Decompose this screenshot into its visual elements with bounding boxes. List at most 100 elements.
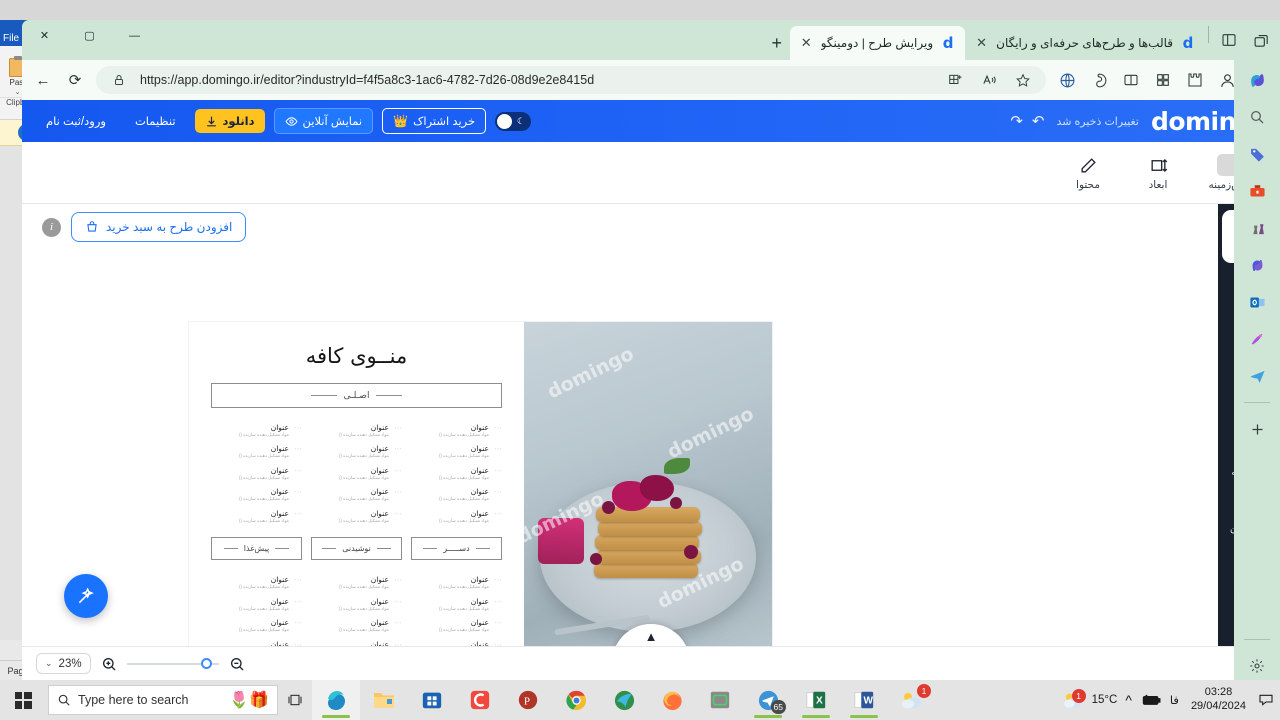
taskbar-app-green[interactable] xyxy=(696,680,744,720)
design-photo-panel[interactable]: domingo domingo domingo domingo domingo … xyxy=(524,322,772,646)
close-icon[interactable]: ✕ xyxy=(799,35,814,51)
telegram-icon[interactable] xyxy=(1243,362,1271,390)
menu-item[interactable]: ۰۰۰عنوانمواد تشکیل دهنده سازنده () xyxy=(411,484,502,505)
taskbar-app-idm[interactable] xyxy=(600,680,648,720)
menu-item[interactable]: ۰۰۰عنوانمواد تشکیل دهنده سازنده () xyxy=(411,441,502,462)
menu-item[interactable]: ۰۰۰عنوانمواد تشکیل دهنده سازنده () xyxy=(211,484,302,505)
dark-mode-toggle[interactable]: ☾ xyxy=(495,111,532,131)
menu-item[interactable]: ۰۰۰عنوانمواد تشکیل دهنده سازنده () xyxy=(211,420,302,441)
menu-item[interactable]: ۰۰۰عنوانمواد تشکیل دهنده سازنده () xyxy=(411,615,502,636)
menu-item[interactable]: ۰۰۰عنوانمواد تشکیل دهنده سازنده () xyxy=(211,615,302,636)
menu-title[interactable]: منــوی کافه xyxy=(211,344,502,368)
menu-item[interactable]: ۰۰۰عنوانمواد تشکیل دهنده سازنده () xyxy=(211,441,302,462)
category-appetizer[interactable]: پیش‌غذا xyxy=(211,537,302,561)
menu-item[interactable]: ۰۰۰عنوانمواد تشکیل دهنده سازنده () xyxy=(311,637,402,647)
design-menu-panel[interactable]: منــوی کافه اصـلـی ۰۰۰ عنوان مواد تشکیل ده… xyxy=(189,322,524,646)
tray-clock[interactable]: 03:28 29/04/2024 xyxy=(1187,686,1250,714)
subscribe-button[interactable]: خرید اشتراک 👑 xyxy=(382,108,487,134)
menu-item[interactable]: ۰۰۰عنوانمواد تشکیل دهنده سازنده () xyxy=(311,615,402,636)
zoom-slider[interactable] xyxy=(126,657,219,669)
menu-item[interactable]: ۰۰۰عنوانمواد تشکیل دهنده سازنده () xyxy=(311,441,402,462)
menu-item[interactable]: ۰۰۰عنوانمواد تشکیل دهنده سازنده () xyxy=(211,572,302,593)
battery-charging-icon[interactable] xyxy=(1140,693,1162,707)
menu-item[interactable]: ۰۰۰عنوانمواد تشکیل دهنده سازنده () xyxy=(311,463,402,484)
online-preview-button[interactable]: نمایش آنلاین xyxy=(273,108,374,134)
redo-icon[interactable]: ↷ xyxy=(1010,112,1023,130)
taskbar-app-excel[interactable]: X xyxy=(792,680,840,720)
tray-overflow-icon[interactable]: ^ xyxy=(1125,692,1132,708)
zoom-slider-knob[interactable] xyxy=(200,657,212,669)
back-button[interactable]: ← xyxy=(28,65,58,95)
tools-icon[interactable] xyxy=(1243,177,1271,205)
magic-wand-fab[interactable] xyxy=(64,574,108,618)
chevron-down-icon[interactable]: ⌄ xyxy=(15,88,21,96)
toolbar-dimensions[interactable]: ابعاد xyxy=(1134,154,1182,191)
menu-item[interactable]: ۰۰۰عنوانمواد تشکیل دهنده سازنده () xyxy=(211,506,302,527)
menu-item[interactable]: ۰۰۰عنوانمواد تشکیل دهنده سازنده () xyxy=(311,572,402,593)
zoom-out-icon[interactable] xyxy=(229,656,245,672)
maximize-button[interactable]: ▢ xyxy=(67,20,112,51)
add-sidebar-icon[interactable] xyxy=(1243,415,1271,443)
task-view-icon[interactable] xyxy=(278,680,312,720)
zoom-level-select[interactable]: ⌄ 23% xyxy=(36,653,91,674)
taskbar-app-weather[interactable]: 1 xyxy=(888,680,936,720)
browser-tab-editor[interactable]: d ویرایش طرح | دومینگو ✕ xyxy=(789,26,966,60)
toolbar-content[interactable]: محتوا xyxy=(1064,154,1112,191)
taskbar-search-input[interactable]: Type here to search 🌷🎁 xyxy=(48,685,278,715)
taskbar-app-camtasia[interactable] xyxy=(456,680,504,720)
menu-item[interactable]: ۰۰۰عنوانمواد تشکیل دهنده سازنده () xyxy=(411,506,502,527)
tray-weather-icon[interactable]: 1 xyxy=(1062,689,1086,710)
category-beverage[interactable]: نوشیدنی xyxy=(311,537,402,561)
minimize-button[interactable]: — xyxy=(112,20,157,51)
tray-language[interactable]: فا xyxy=(1170,693,1179,707)
taskbar-app-photoscape[interactable]: P xyxy=(504,680,552,720)
taskbar-app-file-explorer[interactable] xyxy=(360,680,408,720)
favorites-bar-icon[interactable] xyxy=(1148,65,1178,95)
microsoft365-icon[interactable] xyxy=(1243,251,1271,279)
taskbar-app-firefox[interactable] xyxy=(648,680,696,720)
undo-icon[interactable]: ↶ xyxy=(1032,112,1045,130)
split-screen-icon[interactable] xyxy=(942,67,968,93)
taskbar-app-chrome[interactable] xyxy=(552,680,600,720)
menu-item[interactable]: ۰۰۰عنوانمواد تشکیل دهنده سازنده () xyxy=(211,594,302,615)
zoom-in-icon[interactable] xyxy=(101,656,117,672)
taskbar-app-word[interactable]: W xyxy=(840,680,888,720)
tray-weather-temp[interactable]: 15°C xyxy=(1092,694,1118,706)
windows-start-icon[interactable] xyxy=(0,680,46,720)
taskbar-app-microsoft-store[interactable] xyxy=(408,680,456,720)
design-artboard[interactable]: domingo domingo domingo domingo domingo … xyxy=(189,322,772,646)
info-button[interactable]: i xyxy=(42,217,61,237)
shopping-tag-icon[interactable] xyxy=(1243,140,1271,168)
browser-essentials-icon[interactable] xyxy=(1084,65,1114,95)
image-creator-icon[interactable] xyxy=(1243,325,1271,353)
close-icon[interactable]: ✕ xyxy=(974,35,989,51)
extensions-icon[interactable] xyxy=(1180,65,1210,95)
close-button[interactable]: ✕ xyxy=(22,20,67,51)
lock-icon[interactable] xyxy=(106,67,132,93)
settings-button[interactable]: تنظیمات xyxy=(125,109,186,133)
menu-section-main[interactable]: اصـلـی xyxy=(211,383,502,408)
collections-icon[interactable] xyxy=(1052,65,1082,95)
refresh-button[interactable]: ⟳ xyxy=(60,65,90,95)
search-icon[interactable] xyxy=(1243,103,1271,131)
games-icon[interactable] xyxy=(1243,214,1271,242)
taskbar-app-telegram[interactable]: 65 xyxy=(744,680,792,720)
sidebar-settings-icon[interactable] xyxy=(1243,652,1271,680)
add-to-cart-button[interactable]: افزودن طرح به سبد خرید xyxy=(71,212,247,242)
browser-tab-templates[interactable]: d قالب‌ها و طرح‌های حرفه‌ای و رایگان ✕ xyxy=(965,26,1205,60)
menu-item[interactable]: ۰۰۰عنوانمواد تشکیل دهنده سازنده () xyxy=(211,637,302,647)
download-button[interactable]: دانلود xyxy=(194,109,265,133)
login-signup-button[interactable]: ورود/ثبت نام xyxy=(36,109,116,133)
menu-item[interactable]: ۰۰۰عنوانمواد تشکیل دهنده سازنده () xyxy=(311,594,402,615)
menu-item[interactable]: ۰۰۰عنوانمواد تشکیل دهنده سازنده () xyxy=(411,594,502,615)
copilot-icon[interactable] xyxy=(1243,66,1271,94)
menu-item[interactable]: ۰۰۰عنوانمواد تشکیل دهنده سازنده () xyxy=(411,420,502,441)
outlook-icon[interactable] xyxy=(1243,288,1271,316)
split-tab-icon[interactable] xyxy=(1214,26,1244,54)
notification-icon[interactable] xyxy=(1258,692,1274,708)
menu-item[interactable]: ۰۰۰عنوانمواد تشکیل دهنده سازنده () xyxy=(411,463,502,484)
menu-item[interactable]: ۰۰۰عنوانمواد تشکیل دهنده سازنده () xyxy=(211,463,302,484)
flowers-gift-icon[interactable]: 🌷🎁 xyxy=(229,690,269,710)
menu-item[interactable]: ۰۰۰عنوانمواد تشکیل دهنده سازنده () xyxy=(411,637,502,647)
menu-item[interactable]: ۰۰۰عنوانمواد تشکیل دهنده سازنده () xyxy=(311,484,402,505)
